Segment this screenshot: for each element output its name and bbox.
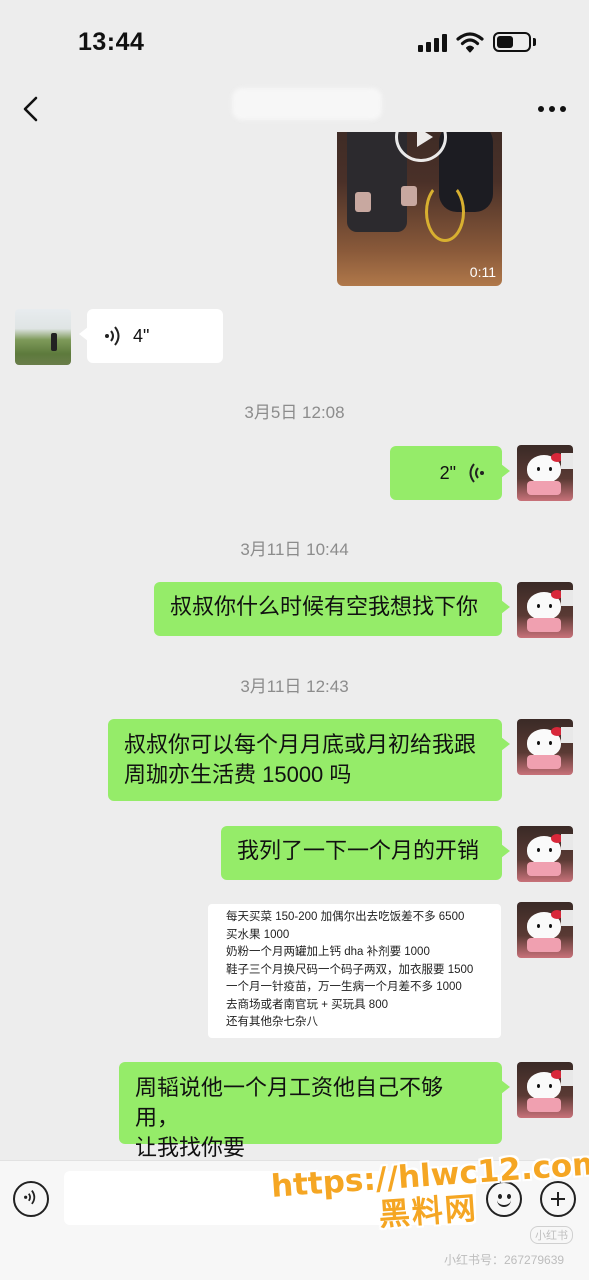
avatar-background-sign	[561, 727, 573, 743]
video-message[interactable]: 0:11	[337, 132, 502, 286]
video-duration: 0:11	[469, 264, 496, 280]
avatar-kitty-body	[527, 1098, 561, 1112]
xiaohongshu-watermark-badge: 小红书	[530, 1226, 573, 1244]
expense-line: 买水果 1000	[226, 928, 290, 941]
expense-line: 一个月一针疫苗，万一生病一个月差不多 1000	[226, 981, 462, 993]
avatar-background-sign	[561, 910, 573, 926]
avatar-background-sign	[561, 834, 573, 850]
avatar-background-sign	[561, 590, 573, 606]
avatar-figure	[51, 333, 57, 351]
chat-title-redacted	[232, 88, 382, 120]
avatar-kitty-eye	[549, 1084, 552, 1088]
cellular-signal-icon	[418, 34, 448, 52]
avatar-kitty-eye	[537, 924, 540, 928]
status-time: 13:44	[78, 28, 145, 56]
expense-line: 每天买菜 150-200 加偶尔出去吃饭差不多 6500	[226, 911, 465, 923]
timestamp: 3月11日 10:44	[240, 540, 349, 559]
status-bar: 13:44	[0, 0, 589, 88]
message-text: 我列了一下一个月的开销	[237, 838, 480, 863]
avatar-kitty-eye	[549, 604, 552, 608]
message-text-line: 让我找你要	[135, 1135, 246, 1160]
my-avatar[interactable]	[517, 719, 573, 775]
xiaohongshu-watermark-id: 小红书号：267279639	[444, 1253, 565, 1267]
battery-icon	[493, 32, 531, 52]
avatar-kitty-body	[527, 618, 561, 632]
avatar-kitty-body	[527, 862, 561, 876]
message-text-line: 叔叔你可以每个月月底或月初给我跟	[124, 732, 477, 757]
my-avatar[interactable]	[517, 902, 573, 958]
my-avatar[interactable]	[517, 582, 573, 638]
voice-duration: 4"	[133, 326, 150, 346]
wifi-icon	[456, 32, 484, 53]
image-message-expense-list[interactable]: 每天买菜 150-200 加偶尔出去吃饭差不多 6500 买水果 1000 奶粉…	[208, 904, 501, 1038]
voice-input-toggle-icon[interactable]	[13, 1181, 49, 1217]
avatar-kitty-eye	[549, 741, 552, 745]
message-text: 叔叔你什么时候有空我想找下你	[170, 594, 479, 619]
avatar-kitty-eye	[537, 1084, 540, 1088]
timestamp: 3月11日 12:43	[240, 677, 349, 696]
avatar-kitty-body	[527, 481, 561, 495]
video-frame-rope	[425, 182, 465, 242]
voice-wave-icon	[469, 463, 484, 483]
avatar-kitty-eye	[549, 848, 552, 852]
text-message-outgoing[interactable]: 周韬说他一个月工资他自己不够用， 让我找你要	[119, 1062, 510, 1160]
voice-duration: 2"	[439, 463, 456, 483]
text-message-outgoing[interactable]: 我列了一下一个月的开销	[221, 826, 510, 880]
more-options-icon[interactable]	[536, 100, 568, 120]
avatar-kitty-eye	[537, 604, 540, 608]
avatar-kitty-eye	[537, 848, 540, 852]
avatar-kitty-eye	[537, 741, 540, 745]
avatar-kitty-body	[527, 938, 561, 952]
video-frame-detail	[355, 192, 371, 212]
contact-avatar[interactable]	[15, 309, 71, 365]
timestamp: 3月5日 12:08	[244, 403, 345, 422]
expense-line: 去商场或者南官玩 + 买玩具 800	[226, 998, 388, 1011]
expense-line: 奶粉一个月两罐加上钙 dha 补剂要 1000	[226, 946, 430, 958]
back-arrow-icon[interactable]	[18, 92, 44, 126]
my-avatar[interactable]	[517, 1062, 573, 1118]
voice-wave-icon	[105, 326, 120, 346]
voice-message-incoming[interactable]: 4"	[79, 309, 223, 363]
expense-line: 鞋子三个月换尺码一个码子两双，加衣服要 1500	[226, 963, 474, 976]
voice-message-outgoing[interactable]: 2"	[390, 446, 510, 500]
nav-bar	[0, 88, 589, 132]
avatar-background-sign	[561, 453, 573, 469]
my-avatar[interactable]	[517, 445, 573, 501]
avatar-background-sign	[561, 1070, 573, 1086]
avatar-kitty-eye	[549, 467, 552, 471]
battery-tip	[533, 38, 536, 46]
expense-line: 还有其他杂七杂八	[226, 1016, 318, 1028]
message-text-line: 周珈亦生活费 15000 吗	[124, 762, 352, 787]
video-frame-detail	[401, 186, 417, 206]
text-message-outgoing[interactable]: 叔叔你什么时候有空我想找下你	[154, 582, 510, 636]
my-avatar[interactable]	[517, 826, 573, 882]
avatar-kitty-eye	[549, 924, 552, 928]
avatar-kitty-body	[527, 755, 561, 769]
chat-message-list[interactable]: 0:11 4" 3月5日 12:08 2" 3月11日 10:44 叔叔你什么时…	[0, 132, 589, 1160]
message-text-line: 周韬说他一个月工资他自己不够用，	[135, 1075, 444, 1130]
avatar-kitty-eye	[537, 467, 540, 471]
text-message-outgoing[interactable]: 叔叔你可以每个月月底或月初给我跟 周珈亦生活费 15000 吗	[108, 719, 510, 801]
